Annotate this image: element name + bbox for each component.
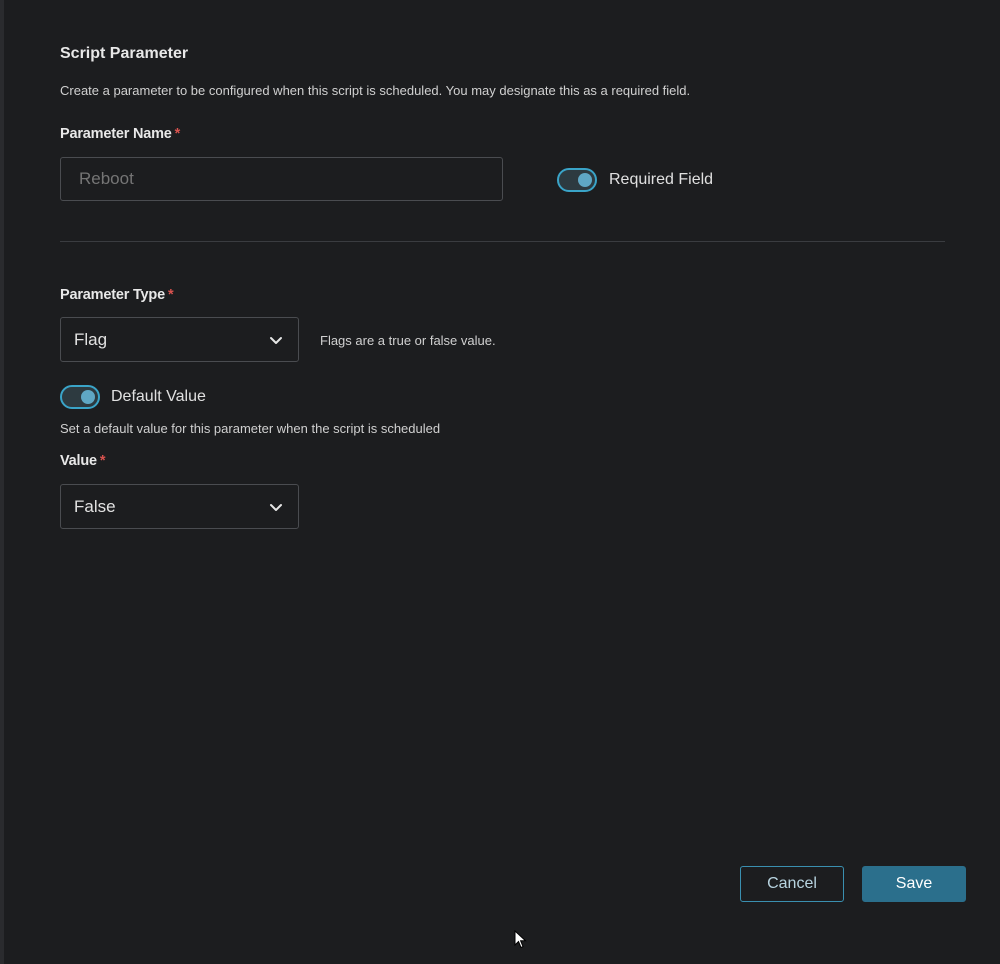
parameter-type-select[interactable]: Flag xyxy=(60,317,299,362)
required-star: * xyxy=(99,453,106,469)
value-select[interactable]: False xyxy=(60,484,299,529)
section-divider xyxy=(60,241,945,242)
required-star: * xyxy=(167,287,174,303)
default-value-description: Set a default value for this parameter w… xyxy=(60,421,441,436)
required-star: * xyxy=(174,126,181,142)
default-value-label: Default Value xyxy=(111,388,206,405)
window-left-edge xyxy=(0,0,4,964)
required-field-label: Required Field xyxy=(609,171,714,188)
toggle-knob xyxy=(81,390,95,404)
parameter-name-label: Parameter Name * xyxy=(60,126,180,142)
parameter-type-selected-value: Flag xyxy=(74,330,108,349)
parameter-name-input[interactable] xyxy=(60,157,503,201)
required-field-toggle[interactable] xyxy=(557,168,597,192)
chevron-down-icon xyxy=(270,504,282,511)
chevron-down-icon xyxy=(270,337,282,344)
parameter-type-label-text: Parameter Type xyxy=(60,287,165,303)
value-label-text: Value xyxy=(60,453,97,469)
mouse-pointer-icon xyxy=(514,930,527,949)
value-label: Value * xyxy=(60,453,106,469)
parameter-type-label: Parameter Type * xyxy=(60,287,174,303)
panel-title: Script Parameter xyxy=(60,45,189,62)
default-value-toggle[interactable] xyxy=(60,385,100,409)
parameter-type-hint: Flags are a true or false value. xyxy=(320,333,496,348)
toggle-knob xyxy=(578,173,592,187)
save-button[interactable]: Save xyxy=(862,866,966,902)
value-selected-value: False xyxy=(74,497,116,516)
cancel-button[interactable]: Cancel xyxy=(740,866,844,902)
parameter-name-label-text: Parameter Name xyxy=(60,126,172,142)
panel-description: Create a parameter to be configured when… xyxy=(60,83,691,98)
